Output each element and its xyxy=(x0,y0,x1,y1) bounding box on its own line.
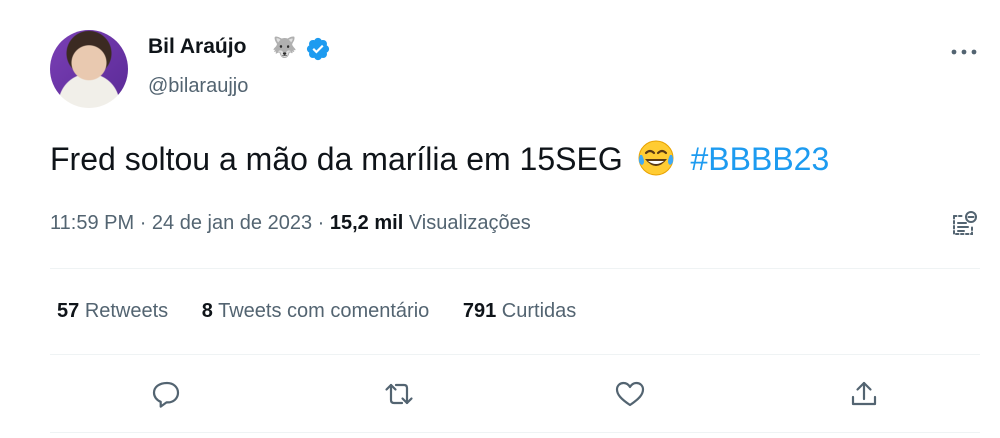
likes-label: Curtidas xyxy=(501,300,577,322)
tweet-stats: 57 Retweets 8 Tweets com comentário 791 … xyxy=(57,300,604,323)
tweet-meta: 11:59 PM · 24 de jan de 2023 · 15,2 mil … xyxy=(50,212,531,235)
analytics-icon[interactable] xyxy=(946,208,980,242)
quotes-stat[interactable]: 8 Tweets com comentário xyxy=(202,300,430,322)
quotes-count: 8 xyxy=(201,300,213,322)
verified-badge-icon xyxy=(306,37,330,61)
author-handle[interactable]: @bilaraujjo xyxy=(148,75,248,98)
retweets-label: Retweets xyxy=(84,300,169,322)
retweets-count: 57 xyxy=(57,300,80,322)
author-name[interactable]: Bil Araújo xyxy=(148,35,246,59)
meta-separator: · xyxy=(317,212,325,234)
tweet-date[interactable]: 24 de jan de 2023 xyxy=(152,212,312,234)
laughing-tears-emoji-icon xyxy=(638,140,674,176)
reply-icon xyxy=(152,381,180,408)
wolf-emoji-icon: 🐺 xyxy=(272,37,297,59)
heart-icon xyxy=(615,381,645,407)
likes-count: 791 xyxy=(462,300,497,322)
tweet-time[interactable]: 11:59 PM xyxy=(50,212,134,234)
views-label[interactable]: Visualizações xyxy=(409,212,531,234)
retweet-button[interactable] xyxy=(382,377,416,411)
share-button[interactable] xyxy=(847,377,881,411)
tweet-text: Fred soltou a mão da marília em 15SEG #B… xyxy=(50,138,829,178)
likes-stat[interactable]: 791 Curtidas xyxy=(463,300,576,322)
quotes-label: Tweets com comentário xyxy=(218,300,430,322)
retweet-icon xyxy=(385,383,413,405)
avatar[interactable] xyxy=(50,30,128,108)
views-count: 15,2 mil xyxy=(329,212,404,234)
divider xyxy=(50,432,980,433)
share-icon xyxy=(851,381,877,406)
like-button[interactable] xyxy=(613,377,647,411)
tweet-body: Fred soltou a mão da marília em 15SEG xyxy=(50,141,623,177)
reply-button[interactable] xyxy=(150,377,184,411)
more-horizontal-icon[interactable] xyxy=(948,44,980,60)
divider xyxy=(50,268,980,269)
retweets-stat[interactable]: 57 Retweets xyxy=(57,300,168,322)
meta-separator: · xyxy=(139,212,147,234)
hashtag-link[interactable]: #BBBB23 xyxy=(690,141,829,177)
divider xyxy=(50,354,980,355)
